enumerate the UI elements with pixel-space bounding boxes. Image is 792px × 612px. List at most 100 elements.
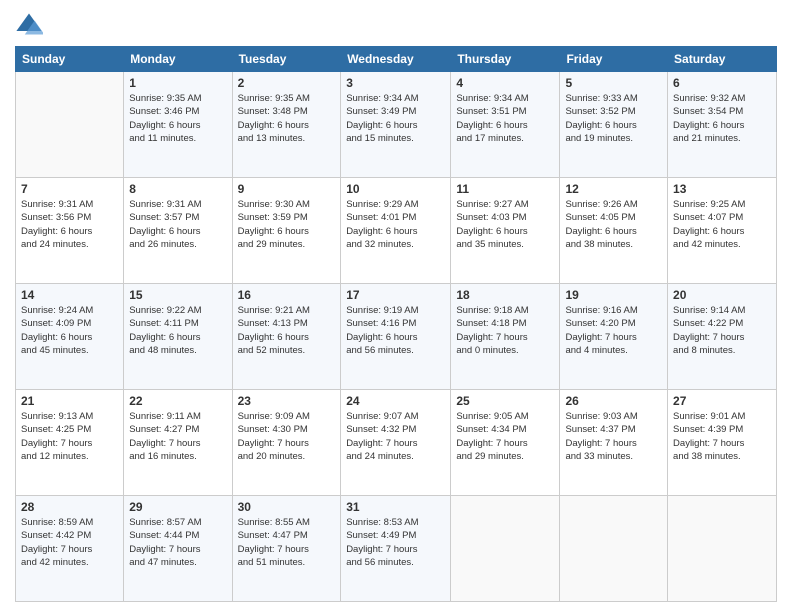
day-number: 4 xyxy=(456,76,554,90)
day-info: Sunrise: 9:07 AMSunset: 4:32 PMDaylight:… xyxy=(346,410,445,463)
calendar-table: SundayMondayTuesdayWednesdayThursdayFrid… xyxy=(15,46,777,602)
calendar-cell: 6Sunrise: 9:32 AMSunset: 3:54 PMDaylight… xyxy=(668,72,777,178)
day-info: Sunrise: 9:22 AMSunset: 4:11 PMDaylight:… xyxy=(129,304,226,357)
calendar-cell: 13 Sunrise: 9:25 AMSunset: 4:07 PMDayligh… xyxy=(668,178,777,284)
calendar-cell: 1Sunrise: 9:35 AMSunset: 3:46 PMDaylight… xyxy=(124,72,232,178)
calendar-header-wednesday: Wednesday xyxy=(341,47,451,72)
day-info: Sunrise: 8:59 AMSunset: 4:42 PMDaylight:… xyxy=(21,516,118,569)
logo-icon xyxy=(15,10,43,38)
calendar-cell: 28 Sunrise: 8:59 AMSunset: 4:42 PMDayligh… xyxy=(16,496,124,602)
calendar-cell: 2 Sunrise: 9:35 AMSunset: 3:48 PMDaylight… xyxy=(232,72,341,178)
calendar-week-row: 7 Sunrise: 9:31 AMSunset: 3:56 PMDaylight… xyxy=(16,178,777,284)
calendar-header-saturday: Saturday xyxy=(668,47,777,72)
calendar-cell: 15 Sunrise: 9:22 AMSunset: 4:11 PMDayligh… xyxy=(124,284,232,390)
calendar-cell: 22 Sunrise: 9:11 AMSunset: 4:27 PMDayligh… xyxy=(124,390,232,496)
day-number: 30 xyxy=(238,500,336,514)
calendar-cell: 18 Sunrise: 9:18 AMSunset: 4:18 PMDayligh… xyxy=(451,284,560,390)
calendar-cell: 5 Sunrise: 9:33 AMSunset: 3:52 PMDaylight… xyxy=(560,72,668,178)
calendar-cell: 16 Sunrise: 9:21 AMSunset: 4:13 PMDayligh… xyxy=(232,284,341,390)
day-info: Sunrise: 9:30 AMSunset: 3:59 PMDaylight:… xyxy=(238,198,336,251)
calendar-cell xyxy=(451,496,560,602)
calendar-cell: 26Sunrise: 9:03 AMSunset: 4:37 PMDayligh… xyxy=(560,390,668,496)
day-number: 16 xyxy=(238,288,336,302)
calendar-cell xyxy=(560,496,668,602)
day-info: Sunrise: 9:31 AMSunset: 3:56 PMDaylight:… xyxy=(21,198,118,251)
day-info: Sunrise: 9:34 AMSunset: 3:51 PMDaylight:… xyxy=(456,92,554,145)
calendar-header-monday: Monday xyxy=(124,47,232,72)
day-number: 27 xyxy=(673,394,771,408)
calendar-cell: 9 Sunrise: 9:30 AMSunset: 3:59 PMDaylight… xyxy=(232,178,341,284)
day-info: Sunrise: 9:18 AMSunset: 4:18 PMDaylight:… xyxy=(456,304,554,357)
calendar-cell: 11Sunrise: 9:27 AMSunset: 4:03 PMDayligh… xyxy=(451,178,560,284)
calendar-cell: 8Sunrise: 9:31 AMSunset: 3:57 PMDaylight… xyxy=(124,178,232,284)
day-number: 24 xyxy=(346,394,445,408)
calendar-cell: 24 Sunrise: 9:07 AMSunset: 4:32 PMDayligh… xyxy=(341,390,451,496)
day-number: 2 xyxy=(238,76,336,90)
day-number: 19 xyxy=(565,288,662,302)
header xyxy=(15,10,777,38)
calendar-week-row: 21 Sunrise: 9:13 AMSunset: 4:25 PMDayligh… xyxy=(16,390,777,496)
calendar-week-row: 1Sunrise: 9:35 AMSunset: 3:46 PMDaylight… xyxy=(16,72,777,178)
calendar-cell: 23Sunrise: 9:09 AMSunset: 4:30 PMDayligh… xyxy=(232,390,341,496)
day-info: Sunrise: 9:13 AMSunset: 4:25 PMDaylight:… xyxy=(21,410,118,463)
day-info: Sunrise: 9:21 AMSunset: 4:13 PMDaylight:… xyxy=(238,304,336,357)
calendar-header-sunday: Sunday xyxy=(16,47,124,72)
calendar-cell: 30 Sunrise: 8:55 AMSunset: 4:47 PMDayligh… xyxy=(232,496,341,602)
day-info: Sunrise: 9:19 AMSunset: 4:16 PMDaylight:… xyxy=(346,304,445,357)
day-info: Sunrise: 8:57 AMSunset: 4:44 PMDaylight:… xyxy=(129,516,226,569)
day-number: 31 xyxy=(346,500,445,514)
day-number: 18 xyxy=(456,288,554,302)
day-number: 13 xyxy=(673,182,771,196)
day-info: Sunrise: 9:14 AMSunset: 4:22 PMDaylight:… xyxy=(673,304,771,357)
calendar-cell: 4 Sunrise: 9:34 AMSunset: 3:51 PMDaylight… xyxy=(451,72,560,178)
day-info: Sunrise: 9:05 AMSunset: 4:34 PMDaylight:… xyxy=(456,410,554,463)
calendar-header-row: SundayMondayTuesdayWednesdayThursdayFrid… xyxy=(16,47,777,72)
calendar-cell: 7 Sunrise: 9:31 AMSunset: 3:56 PMDaylight… xyxy=(16,178,124,284)
calendar-header-thursday: Thursday xyxy=(451,47,560,72)
day-info: Sunrise: 9:24 AMSunset: 4:09 PMDaylight:… xyxy=(21,304,118,357)
page: SundayMondayTuesdayWednesdayThursdayFrid… xyxy=(0,0,792,612)
day-number: 3 xyxy=(346,76,445,90)
calendar-cell: 27Sunrise: 9:01 AMSunset: 4:39 PMDayligh… xyxy=(668,390,777,496)
calendar-cell: 14 Sunrise: 9:24 AMSunset: 4:09 PMDayligh… xyxy=(16,284,124,390)
day-number: 22 xyxy=(129,394,226,408)
logo xyxy=(15,10,47,38)
calendar-cell xyxy=(668,496,777,602)
calendar-cell: 19Sunrise: 9:16 AMSunset: 4:20 PMDayligh… xyxy=(560,284,668,390)
day-number: 23 xyxy=(238,394,336,408)
calendar-cell: 25 Sunrise: 9:05 AMSunset: 4:34 PMDayligh… xyxy=(451,390,560,496)
day-info: Sunrise: 9:25 AMSunset: 4:07 PMDaylight:… xyxy=(673,198,771,251)
calendar-header-friday: Friday xyxy=(560,47,668,72)
calendar-cell xyxy=(16,72,124,178)
day-info: Sunrise: 9:31 AMSunset: 3:57 PMDaylight:… xyxy=(129,198,226,251)
day-info: Sunrise: 9:32 AMSunset: 3:54 PMDaylight:… xyxy=(673,92,771,145)
calendar-header-tuesday: Tuesday xyxy=(232,47,341,72)
calendar-week-row: 14 Sunrise: 9:24 AMSunset: 4:09 PMDayligh… xyxy=(16,284,777,390)
day-number: 5 xyxy=(565,76,662,90)
day-info: Sunrise: 9:29 AMSunset: 4:01 PMDaylight:… xyxy=(346,198,445,251)
day-number: 20 xyxy=(673,288,771,302)
day-number: 15 xyxy=(129,288,226,302)
day-info: Sunrise: 8:53 AMSunset: 4:49 PMDaylight:… xyxy=(346,516,445,569)
day-number: 10 xyxy=(346,182,445,196)
day-number: 14 xyxy=(21,288,118,302)
calendar-cell: 29 Sunrise: 8:57 AMSunset: 4:44 PMDayligh… xyxy=(124,496,232,602)
day-number: 9 xyxy=(238,182,336,196)
day-info: Sunrise: 9:34 AMSunset: 3:49 PMDaylight:… xyxy=(346,92,445,145)
day-info: Sunrise: 9:11 AMSunset: 4:27 PMDaylight:… xyxy=(129,410,226,463)
day-number: 17 xyxy=(346,288,445,302)
day-info: Sunrise: 8:55 AMSunset: 4:47 PMDaylight:… xyxy=(238,516,336,569)
day-info: Sunrise: 9:33 AMSunset: 3:52 PMDaylight:… xyxy=(565,92,662,145)
day-number: 29 xyxy=(129,500,226,514)
day-number: 1 xyxy=(129,76,226,90)
day-number: 28 xyxy=(21,500,118,514)
day-number: 25 xyxy=(456,394,554,408)
day-number: 7 xyxy=(21,182,118,196)
calendar-cell: 20 Sunrise: 9:14 AMSunset: 4:22 PMDayligh… xyxy=(668,284,777,390)
calendar-cell: 10 Sunrise: 9:29 AMSunset: 4:01 PMDayligh… xyxy=(341,178,451,284)
day-number: 21 xyxy=(21,394,118,408)
day-info: Sunrise: 9:35 AMSunset: 3:48 PMDaylight:… xyxy=(238,92,336,145)
calendar-cell: 3 Sunrise: 9:34 AMSunset: 3:49 PMDaylight… xyxy=(341,72,451,178)
day-info: Sunrise: 9:26 AMSunset: 4:05 PMDaylight:… xyxy=(565,198,662,251)
calendar-cell: 21 Sunrise: 9:13 AMSunset: 4:25 PMDayligh… xyxy=(16,390,124,496)
